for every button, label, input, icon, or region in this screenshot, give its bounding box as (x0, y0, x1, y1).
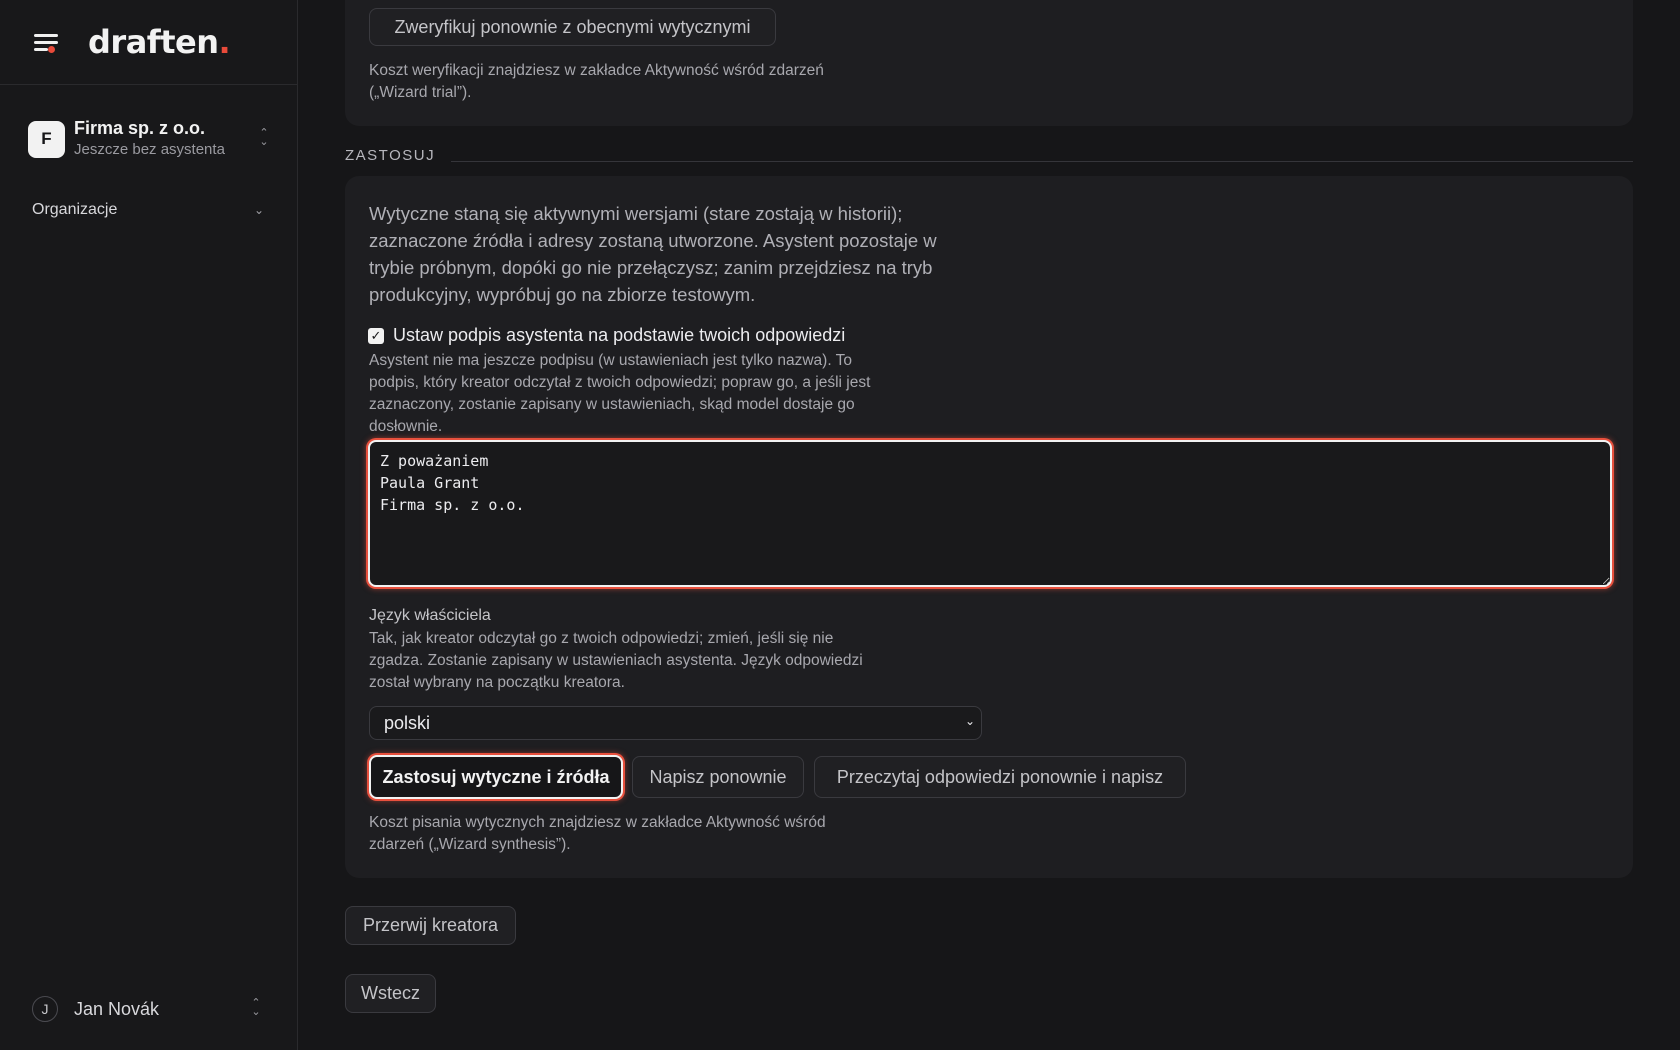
organization-switcher[interactable]: F Firma sp. z o.o. Jeszcze bez asystenta… (28, 116, 272, 162)
owner-language-label: Język właściciela (369, 607, 491, 624)
owner-language-select[interactable]: polski ⌄ (369, 706, 982, 740)
verify-card: Zweryfikuj ponownie z obecnymi wytycznym… (345, 0, 1633, 126)
org-subtitle: Jeszcze bez asystenta (74, 141, 225, 158)
signature-help: Asystent nie ma jeszcze podpisu (w ustaw… (369, 352, 871, 435)
signature-checkbox-label: Ustaw podpis asystenta na podstawie twoi… (393, 325, 846, 345)
section-divider (451, 161, 1633, 162)
rewrite-button[interactable]: Napisz ponownie (632, 756, 804, 798)
sidebar-item-label: Organizacje (32, 201, 118, 218)
chevron-up-down-icon: ⌃ ⌄ (259, 127, 269, 148)
logo[interactable]: draften. (88, 23, 231, 61)
sidebar: draften. F Firma sp. z o.o. Jeszcze bez … (0, 0, 298, 1050)
menu-icon[interactable] (32, 30, 60, 54)
reread-and-rewrite-button[interactable]: Przeczytaj odpowiedzi ponownie i napisz (814, 756, 1186, 798)
brand-bar: draften. (0, 0, 297, 85)
signature-textarea[interactable]: Z poważaniem Paula Grant Firma sp. z o.o… (368, 440, 1612, 587)
verify-cost-note: Koszt weryfikacji znajdziesz w zakładce … (369, 62, 824, 101)
reverify-button[interactable]: Zweryfikuj ponownie z obecnymi wytycznym… (369, 8, 776, 46)
signature-checkbox-row[interactable]: ✓ Ustaw podpis asystenta na podstawie tw… (368, 325, 845, 346)
apply-guidelines-button[interactable]: Zastosuj wytyczne i źródła (369, 755, 623, 799)
user-avatar: J (32, 996, 58, 1022)
abort-wizard-button[interactable]: Przerwij kreatora (345, 906, 516, 945)
org-name: Firma sp. z o.o. (74, 118, 206, 138)
user-name: Jan Novák (74, 998, 160, 1019)
apply-description: Wytyczne staną się aktywnymi wersjami (s… (369, 203, 937, 305)
org-avatar: F (28, 120, 65, 158)
owner-language-help: Tak, jak kreator odczytał go z twoich od… (369, 630, 863, 691)
user-switcher[interactable]: J Jan Novák ⌃ ⌄ (32, 996, 264, 1022)
signature-checkbox[interactable]: ✓ (368, 327, 384, 344)
sidebar-item-organizations[interactable]: Organizacje ⌄ (32, 198, 264, 222)
chevron-up-down-icon: ⌃ ⌄ (251, 997, 261, 1018)
owner-language-value: polski (384, 712, 431, 733)
back-button[interactable]: Wstecz (345, 974, 436, 1013)
section-title-apply: ZASTOSUJ (345, 147, 436, 164)
apply-cost-note: Koszt pisania wytycznych znajdziesz w za… (369, 814, 826, 853)
chevron-down-icon: ⌄ (964, 714, 975, 728)
chevron-down-icon: ⌄ (253, 203, 264, 217)
